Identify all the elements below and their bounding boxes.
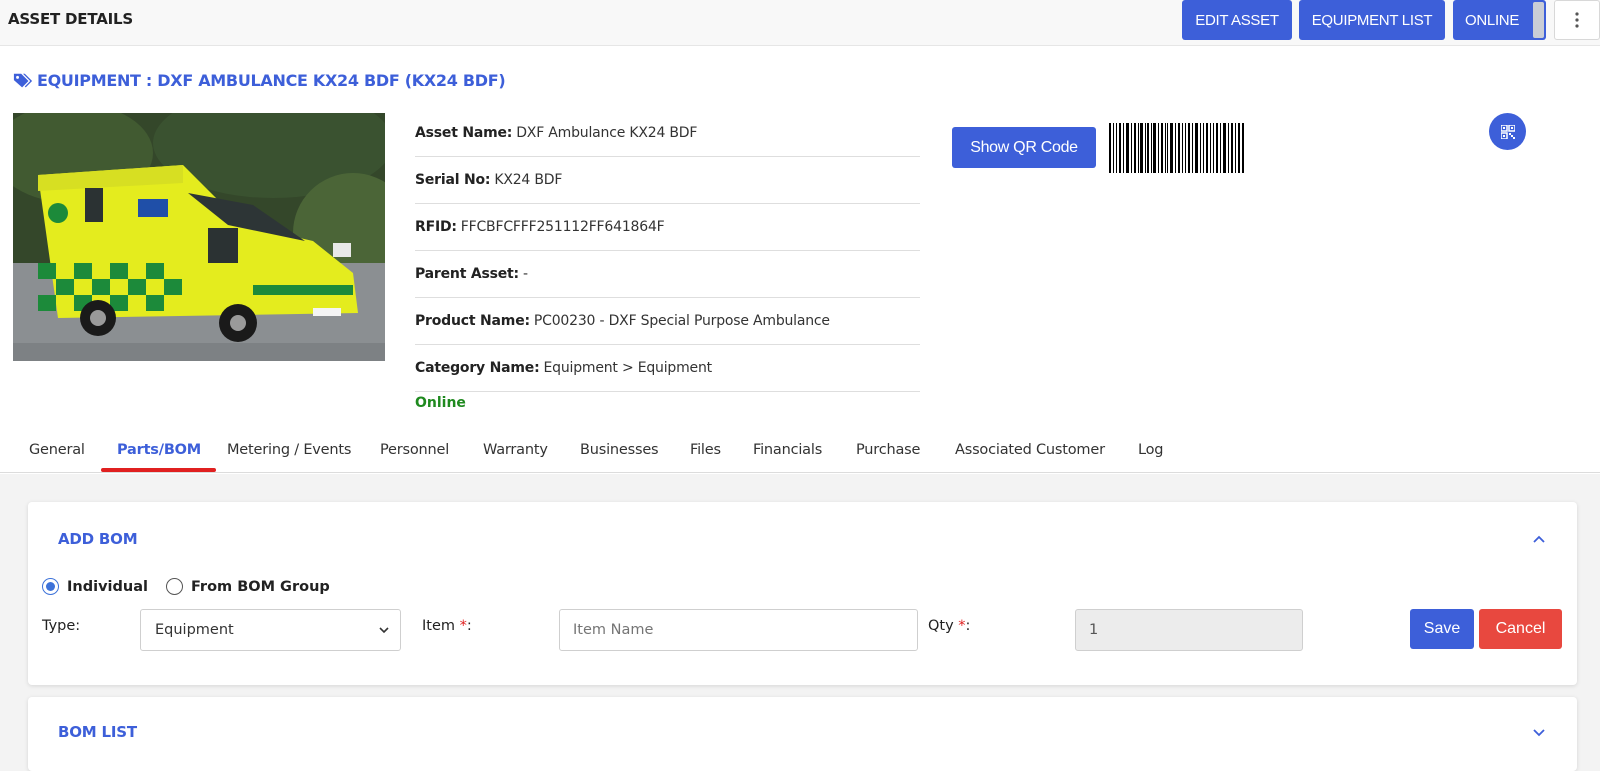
tab-log[interactable]: Log bbox=[1138, 442, 1164, 458]
serial-no-row: Serial No: KX24 BDF bbox=[415, 157, 920, 204]
qty-label-colon: : bbox=[965, 618, 971, 634]
show-qr-code-button[interactable]: Show QR Code bbox=[952, 127, 1096, 168]
equipment-header: EQUIPMENT : DXF AMBULANCE KX24 BDF (KX24… bbox=[13, 71, 506, 90]
tab-businesses[interactable]: Businesses bbox=[580, 442, 659, 458]
online-toggle-handle[interactable] bbox=[1533, 2, 1544, 38]
item-name-input[interactable] bbox=[559, 609, 918, 651]
individual-radio-label[interactable]: Individual bbox=[67, 579, 148, 595]
category-name-label: Category Name: bbox=[415, 360, 540, 376]
rfid-value: FFCBFCFFF251112FF641864F bbox=[460, 219, 665, 235]
page-title: ASSET DETAILS bbox=[8, 10, 133, 28]
save-button[interactable]: Save bbox=[1410, 609, 1474, 649]
barcode-image bbox=[1109, 123, 1244, 173]
cancel-button[interactable]: Cancel bbox=[1479, 609, 1562, 649]
qty-label-text: Qty bbox=[928, 618, 959, 634]
category-name-row: Category Name: Equipment > Equipment bbox=[415, 345, 920, 392]
tab-parts-bom[interactable]: Parts/BOM bbox=[117, 442, 201, 458]
add-bom-title[interactable]: ADD BOM bbox=[58, 530, 138, 548]
asset-name-label: Asset Name: bbox=[415, 125, 513, 141]
qr-code-icon bbox=[1500, 124, 1515, 139]
type-select-value: Equipment bbox=[155, 622, 234, 638]
tab-files[interactable]: Files bbox=[690, 442, 721, 458]
parent-asset-label: Parent Asset: bbox=[415, 266, 519, 282]
product-name-value: PC00230 - DXF Special Purpose Ambulance bbox=[533, 313, 830, 329]
chevron-down-icon bbox=[379, 627, 389, 634]
rfid-row: RFID: FFCBFCFFF251112FF641864F bbox=[415, 204, 920, 251]
equipment-list-button[interactable]: EQUIPMENT LIST bbox=[1299, 0, 1445, 40]
chevron-down-icon[interactable] bbox=[1531, 724, 1547, 740]
from-bom-group-radio-label[interactable]: From BOM Group bbox=[191, 579, 330, 595]
top-bar: ASSET DETAILS EDIT ASSET EQUIPMENT LIST … bbox=[0, 0, 1600, 46]
parent-asset-row: Parent Asset: - bbox=[415, 251, 920, 298]
asset-details-list: Asset Name: DXF Ambulance KX24 BDF Seria… bbox=[415, 110, 920, 392]
item-required-mark: * bbox=[459, 618, 467, 634]
equipment-title: EQUIPMENT : DXF AMBULANCE KX24 BDF (KX24… bbox=[37, 71, 506, 90]
item-label-text: Item bbox=[422, 618, 460, 634]
from-bom-group-radio[interactable] bbox=[165, 578, 183, 595]
more-options-button[interactable] bbox=[1554, 0, 1600, 40]
item-label-colon: : bbox=[466, 618, 472, 634]
add-bom-card: ADD BOM Individual From BOM Group Type: … bbox=[28, 502, 1577, 685]
bom-list-card: BOM LIST bbox=[28, 697, 1577, 771]
product-name-label: Product Name: bbox=[415, 313, 530, 329]
tag-icon bbox=[13, 73, 33, 87]
qty-input[interactable]: 1 bbox=[1075, 609, 1303, 651]
chevron-up-icon[interactable] bbox=[1531, 531, 1547, 547]
asset-name-value: DXF Ambulance KX24 BDF bbox=[516, 125, 698, 141]
rfid-label: RFID: bbox=[415, 219, 457, 235]
online-toggle-button[interactable]: ONLINE bbox=[1453, 0, 1546, 40]
item-label: Item *: bbox=[422, 618, 472, 634]
tab-personnel[interactable]: Personnel bbox=[380, 442, 449, 458]
asset-photo bbox=[13, 113, 385, 361]
status-badge: Online bbox=[415, 395, 466, 411]
qty-label: Qty *: bbox=[928, 618, 970, 634]
tab-warranty[interactable]: Warranty bbox=[483, 442, 548, 458]
asset-name-row: Asset Name: DXF Ambulance KX24 BDF bbox=[415, 110, 920, 157]
individual-radio[interactable] bbox=[42, 578, 59, 595]
active-tab-indicator bbox=[101, 468, 216, 472]
qty-required-mark: * bbox=[958, 618, 966, 634]
serial-no-value: KX24 BDF bbox=[494, 172, 563, 188]
online-label: ONLINE bbox=[1465, 11, 1520, 29]
tab-financials[interactable]: Financials bbox=[753, 442, 822, 458]
category-name-value: Equipment > Equipment bbox=[543, 360, 713, 376]
tab-associated-customer[interactable]: Associated Customer bbox=[955, 442, 1105, 458]
qr-code-circle-button[interactable] bbox=[1489, 113, 1526, 150]
edit-asset-button[interactable]: EDIT ASSET bbox=[1182, 0, 1292, 40]
parent-asset-value: - bbox=[522, 266, 528, 282]
tab-purchase[interactable]: Purchase bbox=[856, 442, 920, 458]
serial-no-label: Serial No: bbox=[415, 172, 491, 188]
tab-general[interactable]: General bbox=[29, 442, 85, 458]
bom-list-title[interactable]: BOM LIST bbox=[58, 723, 137, 741]
type-select[interactable]: Equipment bbox=[140, 609, 401, 651]
tab-bar: General Parts/BOM Metering / Events Pers… bbox=[0, 430, 1600, 473]
product-name-row: Product Name: PC00230 - DXF Special Purp… bbox=[415, 298, 920, 345]
bom-source-radio-group: Individual From BOM Group bbox=[42, 578, 348, 595]
tab-metering-events[interactable]: Metering / Events bbox=[227, 442, 351, 458]
more-vertical-icon bbox=[1575, 12, 1579, 28]
type-label: Type: bbox=[42, 618, 81, 634]
